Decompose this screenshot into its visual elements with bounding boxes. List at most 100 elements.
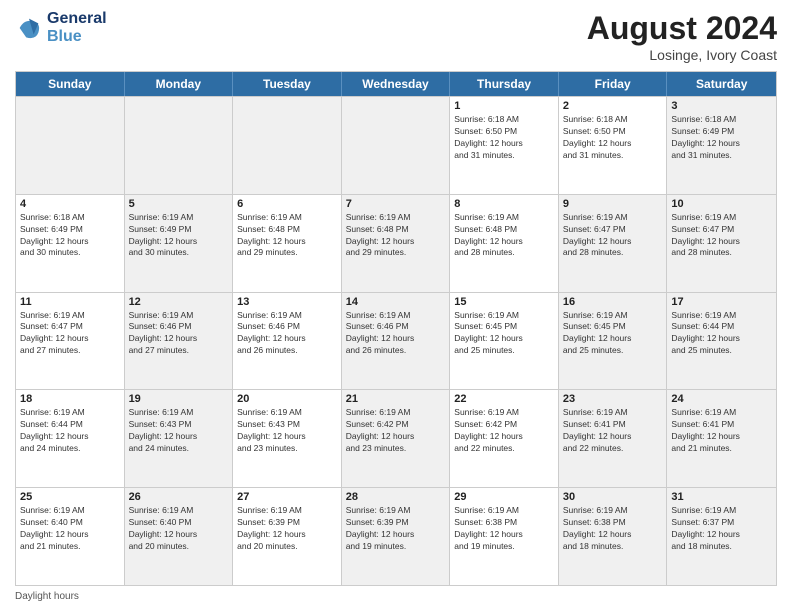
- footer-text: Daylight hours: [15, 591, 79, 602]
- weekday-header-thursday: Thursday: [450, 72, 559, 96]
- weekday-header-saturday: Saturday: [667, 72, 776, 96]
- day-number: 5: [129, 198, 229, 210]
- day-number: 17: [671, 296, 772, 308]
- day-number: 7: [346, 198, 446, 210]
- cal-cell-day-20: 20Sunrise: 6:19 AM Sunset: 6:43 PM Dayli…: [233, 390, 342, 487]
- day-number: 23: [563, 393, 663, 405]
- day-info: Sunrise: 6:19 AM Sunset: 6:45 PM Dayligh…: [454, 310, 554, 358]
- day-number: 21: [346, 393, 446, 405]
- day-info: Sunrise: 6:19 AM Sunset: 6:48 PM Dayligh…: [346, 212, 446, 260]
- day-number: 2: [563, 100, 663, 112]
- day-info: Sunrise: 6:19 AM Sunset: 6:47 PM Dayligh…: [563, 212, 663, 260]
- cal-cell-day-30: 30 Sunrise: 6:19 AM Sunset: 6:38 PM Dayli…: [559, 488, 668, 585]
- weekday-header-monday: Monday: [125, 72, 234, 96]
- weekday-header-tuesday: Tuesday: [233, 72, 342, 96]
- day-info: Sunrise: 6:19 AM Sunset: 6:39 PM Dayligh…: [237, 505, 337, 553]
- cal-cell-empty: [233, 97, 342, 194]
- day-number: 13: [237, 296, 337, 308]
- day-info: Sunrise: 6:19 AM Sunset: 6:48 PM Dayligh…: [237, 212, 337, 260]
- day-number: 16: [563, 296, 663, 308]
- day-info: Sunrise: 6:19 AM Sunset: 6:46 PM Dayligh…: [346, 310, 446, 358]
- day-number: 30: [563, 491, 663, 503]
- day-number: 6: [237, 198, 337, 210]
- location: Losinge, Ivory Coast: [587, 47, 777, 63]
- cal-cell-day-14: 14 Sunrise: 6:19 AM Sunset: 6:46 PM Dayli…: [342, 293, 451, 390]
- day-info: Sunrise: 6:19 AM Sunset: 6:37 PM Dayligh…: [671, 505, 772, 553]
- cal-cell-day-28: 28Sunrise: 6:19 AM Sunset: 6:39 PM Dayli…: [342, 488, 451, 585]
- cal-cell-day-1: 1Sunrise: 6:18 AM Sunset: 6:50 PM Daylig…: [450, 97, 559, 194]
- cal-row-1: 4Sunrise: 6:18 AM Sunset: 6:49 PM Daylig…: [16, 194, 776, 292]
- cal-cell-day-9: 9 Sunrise: 6:19 AM Sunset: 6:47 PM Daylig…: [559, 195, 668, 292]
- cal-cell-day-6: 6 Sunrise: 6:19 AM Sunset: 6:48 PM Daylig…: [233, 195, 342, 292]
- day-number: 20: [237, 393, 337, 405]
- day-number: 12: [129, 296, 229, 308]
- day-number: 14: [346, 296, 446, 308]
- day-number: 8: [454, 198, 554, 210]
- cal-cell-day-10: 10Sunrise: 6:19 AM Sunset: 6:47 PM Dayli…: [667, 195, 776, 292]
- cal-cell-day-31: 31 Sunrise: 6:19 AM Sunset: 6:37 PM Dayli…: [667, 488, 776, 585]
- cal-cell-day-7: 7 Sunrise: 6:19 AM Sunset: 6:48 PM Daylig…: [342, 195, 451, 292]
- cal-cell-day-4: 4Sunrise: 6:18 AM Sunset: 6:49 PM Daylig…: [16, 195, 125, 292]
- cal-cell-day-3: 3Sunrise: 6:18 AM Sunset: 6:49 PM Daylig…: [667, 97, 776, 194]
- day-info: Sunrise: 6:19 AM Sunset: 6:38 PM Dayligh…: [563, 505, 663, 553]
- header: General Blue August 2024 Losinge, Ivory …: [15, 10, 777, 63]
- day-number: 31: [671, 491, 772, 503]
- cal-cell-day-17: 17 Sunrise: 6:19 AM Sunset: 6:44 PM Dayli…: [667, 293, 776, 390]
- day-info: Sunrise: 6:18 AM Sunset: 6:49 PM Dayligh…: [20, 212, 120, 260]
- cal-cell-day-12: 12 Sunrise: 6:19 AM Sunset: 6:46 PM Dayli…: [125, 293, 234, 390]
- cal-cell-day-27: 27Sunrise: 6:19 AM Sunset: 6:39 PM Dayli…: [233, 488, 342, 585]
- weekday-header-wednesday: Wednesday: [342, 72, 451, 96]
- cal-cell-day-25: 25Sunrise: 6:19 AM Sunset: 6:40 PM Dayli…: [16, 488, 125, 585]
- cal-cell-empty: [342, 97, 451, 194]
- calendar-header: SundayMondayTuesdayWednesdayThursdayFrid…: [16, 72, 776, 96]
- day-info: Sunrise: 6:18 AM Sunset: 6:50 PM Dayligh…: [563, 114, 663, 162]
- day-info: Sunrise: 6:19 AM Sunset: 6:49 PM Dayligh…: [129, 212, 229, 260]
- day-number: 22: [454, 393, 554, 405]
- logo: General Blue: [15, 10, 107, 45]
- logo-text: General Blue: [47, 10, 107, 45]
- logo-icon: [15, 14, 43, 42]
- day-number: 15: [454, 296, 554, 308]
- footer: Daylight hours: [15, 591, 777, 602]
- cal-row-2: 11 Sunrise: 6:19 AM Sunset: 6:47 PM Dayli…: [16, 292, 776, 390]
- logo-line2: Blue: [47, 28, 82, 45]
- day-number: 29: [454, 491, 554, 503]
- cal-cell-empty: [125, 97, 234, 194]
- title-block: August 2024 Losinge, Ivory Coast: [587, 10, 777, 63]
- page: General Blue August 2024 Losinge, Ivory …: [0, 0, 792, 612]
- day-info: Sunrise: 6:18 AM Sunset: 6:50 PM Dayligh…: [454, 114, 554, 162]
- weekday-header-friday: Friday: [559, 72, 668, 96]
- cal-cell-day-11: 11 Sunrise: 6:19 AM Sunset: 6:47 PM Dayli…: [16, 293, 125, 390]
- cal-cell-day-22: 22 Sunrise: 6:19 AM Sunset: 6:42 PM Dayli…: [450, 390, 559, 487]
- day-info: Sunrise: 6:19 AM Sunset: 6:44 PM Dayligh…: [20, 407, 120, 455]
- day-info: Sunrise: 6:19 AM Sunset: 6:46 PM Dayligh…: [237, 310, 337, 358]
- day-info: Sunrise: 6:19 AM Sunset: 6:41 PM Dayligh…: [671, 407, 772, 455]
- cal-cell-day-29: 29Sunrise: 6:19 AM Sunset: 6:38 PM Dayli…: [450, 488, 559, 585]
- month-year: August 2024: [587, 10, 777, 47]
- cal-cell-day-15: 15 Sunrise: 6:19 AM Sunset: 6:45 PM Dayli…: [450, 293, 559, 390]
- cal-cell-day-5: 5 Sunrise: 6:19 AM Sunset: 6:49 PM Daylig…: [125, 195, 234, 292]
- cal-cell-day-13: 13 Sunrise: 6:19 AM Sunset: 6:46 PM Dayli…: [233, 293, 342, 390]
- day-number: 25: [20, 491, 120, 503]
- day-number: 24: [671, 393, 772, 405]
- day-info: Sunrise: 6:19 AM Sunset: 6:47 PM Dayligh…: [20, 310, 120, 358]
- day-info: Sunrise: 6:19 AM Sunset: 6:48 PM Dayligh…: [454, 212, 554, 260]
- day-info: Sunrise: 6:19 AM Sunset: 6:44 PM Dayligh…: [671, 310, 772, 358]
- day-number: 11: [20, 296, 120, 308]
- cal-cell-day-19: 19Sunrise: 6:19 AM Sunset: 6:43 PM Dayli…: [125, 390, 234, 487]
- day-info: Sunrise: 6:19 AM Sunset: 6:40 PM Dayligh…: [129, 505, 229, 553]
- cal-row-3: 18Sunrise: 6:19 AM Sunset: 6:44 PM Dayli…: [16, 389, 776, 487]
- cal-cell-empty: [16, 97, 125, 194]
- day-info: Sunrise: 6:19 AM Sunset: 6:47 PM Dayligh…: [671, 212, 772, 260]
- calendar: SundayMondayTuesdayWednesdayThursdayFrid…: [15, 71, 777, 586]
- cal-row-4: 25 Sunrise: 6:19 AM Sunset: 6:40 PM Dayli…: [16, 487, 776, 585]
- cal-cell-day-21: 21Sunrise: 6:19 AM Sunset: 6:42 PM Dayli…: [342, 390, 451, 487]
- day-number: 9: [563, 198, 663, 210]
- weekday-header-sunday: Sunday: [16, 72, 125, 96]
- day-info: Sunrise: 6:19 AM Sunset: 6:46 PM Dayligh…: [129, 310, 229, 358]
- cal-cell-day-24: 24 Sunrise: 6:19 AM Sunset: 6:41 PM Dayli…: [667, 390, 776, 487]
- day-info: Sunrise: 6:19 AM Sunset: 6:42 PM Dayligh…: [454, 407, 554, 455]
- day-info: Sunrise: 6:19 AM Sunset: 6:45 PM Dayligh…: [563, 310, 663, 358]
- cal-cell-day-2: 2 Sunrise: 6:18 AM Sunset: 6:50 PM Daylig…: [559, 97, 668, 194]
- cal-cell-day-26: 26Sunrise: 6:19 AM Sunset: 6:40 PM Dayli…: [125, 488, 234, 585]
